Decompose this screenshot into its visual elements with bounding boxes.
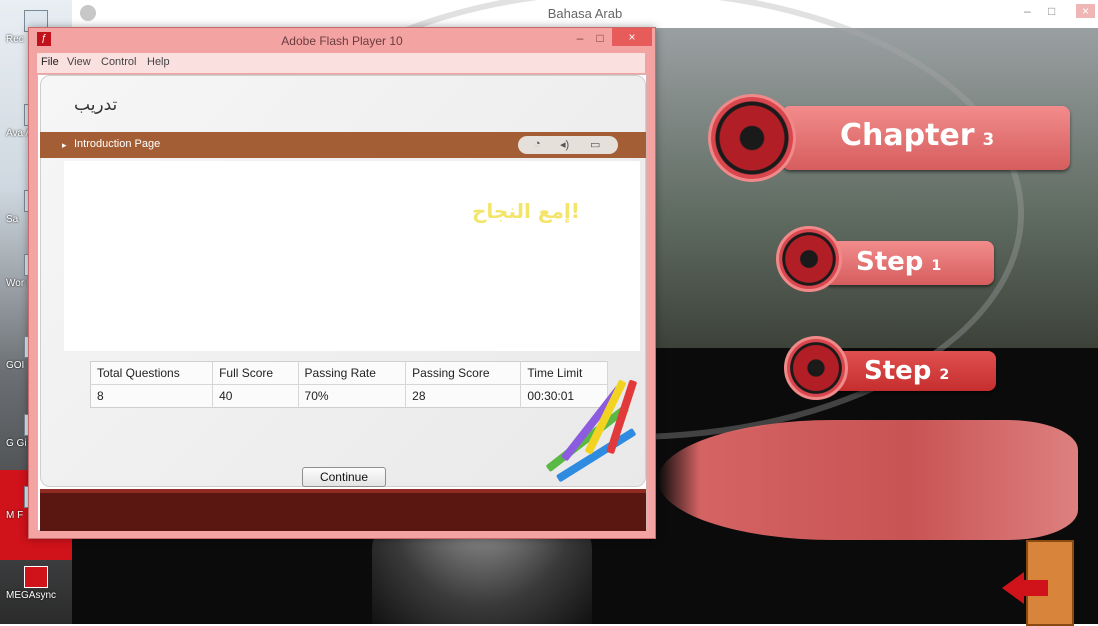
table-header-cell: Passing Score bbox=[405, 361, 522, 385]
bullet-icon: ▸ bbox=[62, 140, 67, 150]
menu-control[interactable]: Control bbox=[101, 56, 136, 68]
print-icon[interactable]: ▭ bbox=[590, 138, 600, 151]
desktop-icon-label: Rec bbox=[6, 34, 24, 45]
flash-titlebar: ƒ Adobe Flash Player 10 – □ × bbox=[29, 28, 655, 52]
menu-view[interactable]: View bbox=[67, 56, 91, 68]
desktop-icon-label: Sa bbox=[6, 214, 19, 225]
flash-maximize-button[interactable]: □ bbox=[593, 31, 607, 47]
desktop-icon-megasync[interactable]: MEGAsync bbox=[6, 566, 66, 601]
flash-content: تدريب ▸ Introduction Page ◔ ◂) ▭ !إمع ال… bbox=[37, 74, 647, 531]
step-1-emblem-icon bbox=[776, 226, 842, 292]
table-cell: 40 bbox=[212, 384, 299, 408]
flash-close-button[interactable]: × bbox=[612, 28, 652, 46]
slide-area bbox=[64, 161, 640, 351]
table-header-cell: Full Score bbox=[212, 361, 299, 385]
desktop-icon-label: G Gi bbox=[6, 438, 27, 449]
exit-arrow-tail bbox=[1022, 580, 1048, 596]
table-cell: 70% bbox=[298, 384, 407, 408]
globe-icon[interactable]: ◔ bbox=[534, 138, 541, 150]
section-label: Introduction Page bbox=[74, 138, 161, 150]
desktop-icon-label: GOI bbox=[6, 360, 25, 371]
flash-player-window: ƒ Adobe Flash Player 10 – □ × File View … bbox=[28, 27, 656, 539]
step-2-label: Step 2 bbox=[864, 356, 950, 386]
table-cell: 8 bbox=[90, 384, 214, 408]
quiz-title: تدريب bbox=[74, 95, 118, 115]
chapter-label: Chapter 3 bbox=[840, 118, 995, 153]
exit-button[interactable] bbox=[1002, 540, 1074, 626]
chapter-3-button[interactable]: Chapter 3 bbox=[782, 106, 1070, 170]
speaker-icon[interactable]: ◂) bbox=[560, 138, 569, 151]
table-cell: 28 bbox=[405, 384, 522, 408]
chapter-emblem-icon bbox=[708, 94, 796, 182]
exit-arrow-icon bbox=[1002, 572, 1024, 604]
flash-menubar: File View Control Help bbox=[37, 53, 645, 73]
flash-window-title: Adobe Flash Player 10 bbox=[281, 34, 403, 48]
flash-minimize-button[interactable]: – bbox=[573, 31, 587, 47]
red-scarf-decoration bbox=[658, 420, 1078, 540]
outer-maximize-button[interactable]: □ bbox=[1048, 4, 1055, 18]
table-header-cell: Passing Rate bbox=[298, 361, 407, 385]
footer-bar bbox=[40, 489, 646, 531]
step-1-label: Step 1 bbox=[856, 247, 942, 277]
step-2-button[interactable]: Step 2 bbox=[832, 351, 996, 391]
menu-file[interactable]: File bbox=[41, 56, 59, 68]
continue-button[interactable]: Continue bbox=[302, 467, 386, 487]
outer-close-button[interactable]: × bbox=[1076, 4, 1096, 18]
outer-minimize-button[interactable]: – bbox=[1024, 4, 1031, 18]
success-message: !إمع النجاح bbox=[472, 199, 580, 223]
ribbon-toolbar: ◔ ◂) ▭ bbox=[518, 136, 618, 154]
table-header-cell: Total Questions bbox=[90, 361, 214, 385]
colored-pencils-illustration bbox=[518, 365, 648, 485]
step-1-button[interactable]: Step 1 bbox=[824, 241, 994, 285]
megasync-icon bbox=[24, 566, 48, 588]
menu-help[interactable]: Help bbox=[147, 56, 170, 68]
section-ribbon: ▸ Introduction Page ◔ ◂) ▭ bbox=[40, 132, 646, 158]
step-2-emblem-icon bbox=[784, 336, 848, 400]
desktop-icon-label: M F bbox=[6, 510, 24, 521]
desktop-icon-label: MEGAsync bbox=[6, 590, 57, 601]
